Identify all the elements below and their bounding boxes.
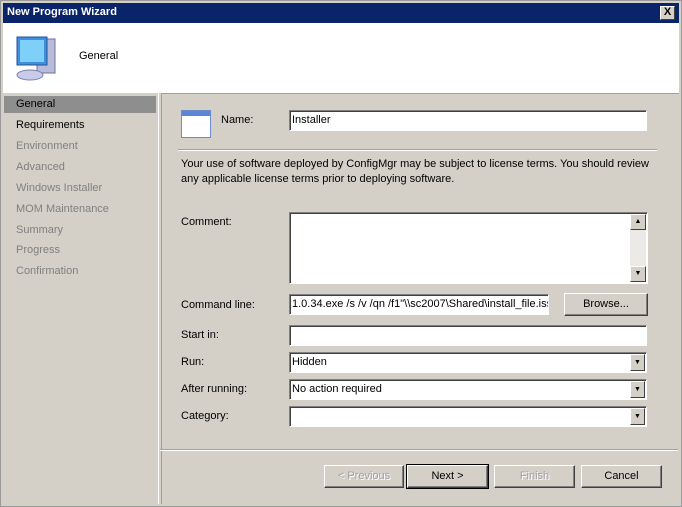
- comment-label: Comment:: [181, 216, 232, 228]
- browse-button[interactable]: Browse...: [564, 293, 648, 316]
- nav-item-requirements[interactable]: Requirements: [4, 117, 156, 134]
- after-running-value: No action required: [292, 383, 382, 395]
- nav-item-general[interactable]: General: [4, 96, 156, 113]
- header-title: General: [79, 50, 119, 62]
- divider: [178, 149, 657, 151]
- category-select[interactable]: ▼: [289, 406, 647, 427]
- name-input[interactable]: Installer: [289, 110, 647, 131]
- wizard-header: General: [3, 23, 679, 93]
- nav-item-confirmation: Confirmation: [16, 265, 79, 277]
- license-text: Your use of software deployed by ConfigM…: [181, 158, 649, 185]
- after-running-select[interactable]: No action required ▼: [289, 379, 647, 400]
- title-bar: New Program Wizard X: [3, 3, 679, 23]
- computer-icon: [16, 36, 56, 81]
- category-label: Category:: [181, 410, 229, 422]
- next-button[interactable]: Next >: [406, 464, 489, 489]
- nav-item-environment: Environment: [16, 140, 78, 152]
- run-label: Run:: [181, 356, 205, 368]
- close-button[interactable]: X: [660, 6, 675, 20]
- scroll-up-icon[interactable]: ▲: [630, 214, 646, 230]
- comment-scrollbar[interactable]: ▲ ▼: [630, 214, 646, 282]
- start-in-input[interactable]: [289, 325, 647, 346]
- after-running-label: After running:: [181, 383, 248, 395]
- nav-item-advanced: Advanced: [16, 161, 65, 173]
- chevron-down-icon[interactable]: ▼: [630, 408, 645, 425]
- scroll-down-icon[interactable]: ▼: [630, 266, 646, 282]
- window-title: New Program Wizard: [7, 6, 117, 18]
- command-line-label: Command line:: [181, 299, 255, 311]
- comment-textarea[interactable]: ▲ ▼: [289, 212, 648, 284]
- nav-item-progress: Progress: [16, 244, 61, 256]
- nav-item-summary: Summary: [16, 224, 64, 236]
- chevron-down-icon[interactable]: ▼: [630, 354, 645, 371]
- program-icon: [181, 110, 211, 138]
- bottom-divider: [160, 449, 678, 451]
- chevron-down-icon[interactable]: ▼: [630, 381, 645, 398]
- start-in-label: Start in:: [181, 329, 219, 341]
- nav-item-mom-maintenance: MOM Maintenance: [16, 203, 109, 215]
- finish-button[interactable]: Finish: [494, 465, 575, 488]
- run-value: Hidden: [292, 356, 327, 368]
- run-select[interactable]: Hidden ▼: [289, 352, 647, 373]
- previous-button[interactable]: < Previous: [324, 465, 404, 488]
- command-line-input[interactable]: 1.0.34.exe /s /v /qn /f1"\\sc2007\Shared…: [289, 294, 549, 315]
- cancel-button[interactable]: Cancel: [581, 465, 662, 488]
- name-label: Name:: [221, 114, 254, 126]
- nav-item-windows-installer: Windows Installer: [16, 182, 103, 194]
